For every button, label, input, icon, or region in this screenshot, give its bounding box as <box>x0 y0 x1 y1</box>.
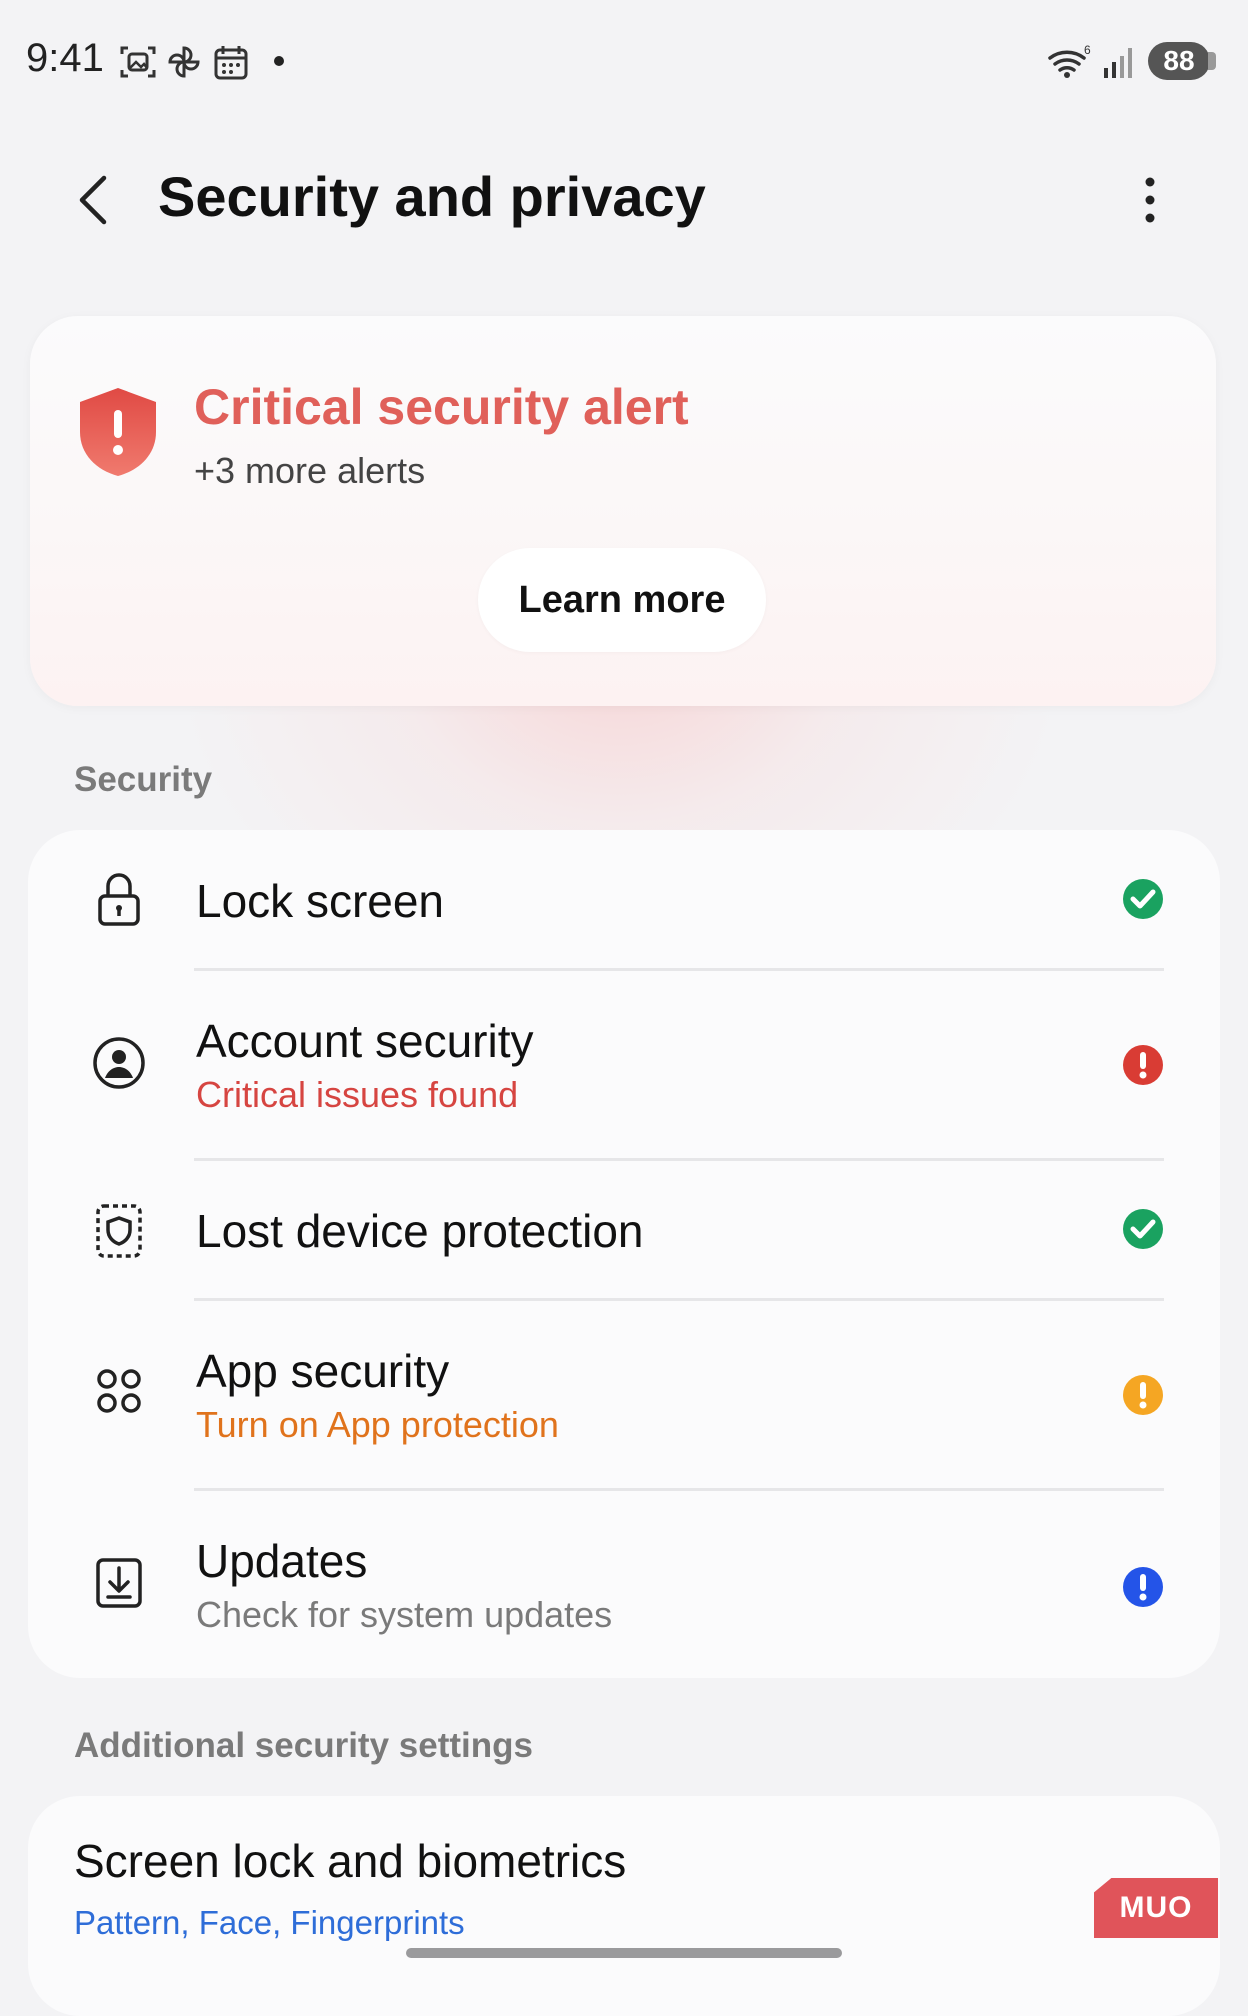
page-title: Security and privacy <box>158 165 706 228</box>
account-security-title: Account security <box>196 1015 534 1067</box>
more-options-icon[interactable] <box>1130 172 1170 228</box>
security-item-app-security[interactable]: App security Turn on App protection <box>28 1300 1220 1490</box>
updates-subtitle: Check for system updates <box>196 1594 613 1635</box>
app-security-subtitle: Turn on App protection <box>196 1404 559 1445</box>
pinwheel-icon <box>168 46 200 78</box>
shield-alert-icon <box>80 388 156 476</box>
security-item-lost-device-protection[interactable]: Lost device protection <box>28 1160 1220 1300</box>
lock-icon <box>98 873 140 926</box>
account-icon <box>93 1037 145 1089</box>
lock-screen-title: Lock screen <box>196 875 445 927</box>
signal-icon <box>1104 48 1132 78</box>
security-list-card: Lock screen Account security Critical is… <box>28 830 1220 1678</box>
back-arrow-icon[interactable] <box>70 170 120 230</box>
muo-watermark-logo: MUO <box>1094 1878 1218 1938</box>
lost-device-title: Lost device protection <box>196 1205 644 1257</box>
warning-status-icon <box>1123 1375 1163 1415</box>
security-item-account-security[interactable]: Account security Critical issues found <box>28 970 1220 1160</box>
svg-text:6: 6 <box>1084 43 1091 57</box>
alert-subtitle: +3 more alerts <box>194 450 426 491</box>
security-alert-card: Critical security alert +3 more alerts L… <box>30 316 1216 706</box>
info-status-icon <box>1123 1567 1163 1607</box>
additional-section-label: Additional security settings <box>74 1726 533 1765</box>
status-bar: 9:41 6 88 <box>0 0 1248 120</box>
download-icon <box>96 1558 142 1608</box>
calendar-icon <box>214 46 248 80</box>
apps-icon <box>97 1369 141 1413</box>
alert-title: Critical security alert <box>194 379 689 435</box>
battery-level: 88 <box>1148 42 1210 80</box>
check-status-icon <box>1123 1209 1163 1249</box>
notification-dot <box>274 56 284 66</box>
check-status-icon <box>1123 879 1163 919</box>
screen-lock-biometrics-title: Screen lock and biometrics <box>74 1835 627 1887</box>
battery-cap <box>1208 52 1216 70</box>
learn-more-button[interactable]: Learn more <box>478 548 766 652</box>
account-security-subtitle: Critical issues found <box>196 1074 519 1115</box>
screenshot-icon <box>120 46 156 78</box>
wifi-icon: 6 <box>1048 43 1091 78</box>
screen-lock-biometrics-item[interactable]: Screen lock and biometrics Pattern, Face… <box>28 1796 1220 2016</box>
security-item-updates[interactable]: Updates Check for system updates <box>28 1490 1220 1678</box>
updates-title: Updates <box>196 1535 368 1587</box>
app-security-title: App security <box>196 1345 450 1397</box>
home-indicator[interactable] <box>406 1948 842 1958</box>
status-time: 9:41 <box>26 36 104 80</box>
security-section-label: Security <box>74 760 213 799</box>
critical-status-icon <box>1123 1045 1163 1085</box>
security-item-lock-screen[interactable]: Lock screen <box>28 830 1220 970</box>
screen-lock-biometrics-subtitle: Pattern, Face, Fingerprints <box>74 1904 465 1941</box>
lost-device-icon <box>96 1204 142 1258</box>
